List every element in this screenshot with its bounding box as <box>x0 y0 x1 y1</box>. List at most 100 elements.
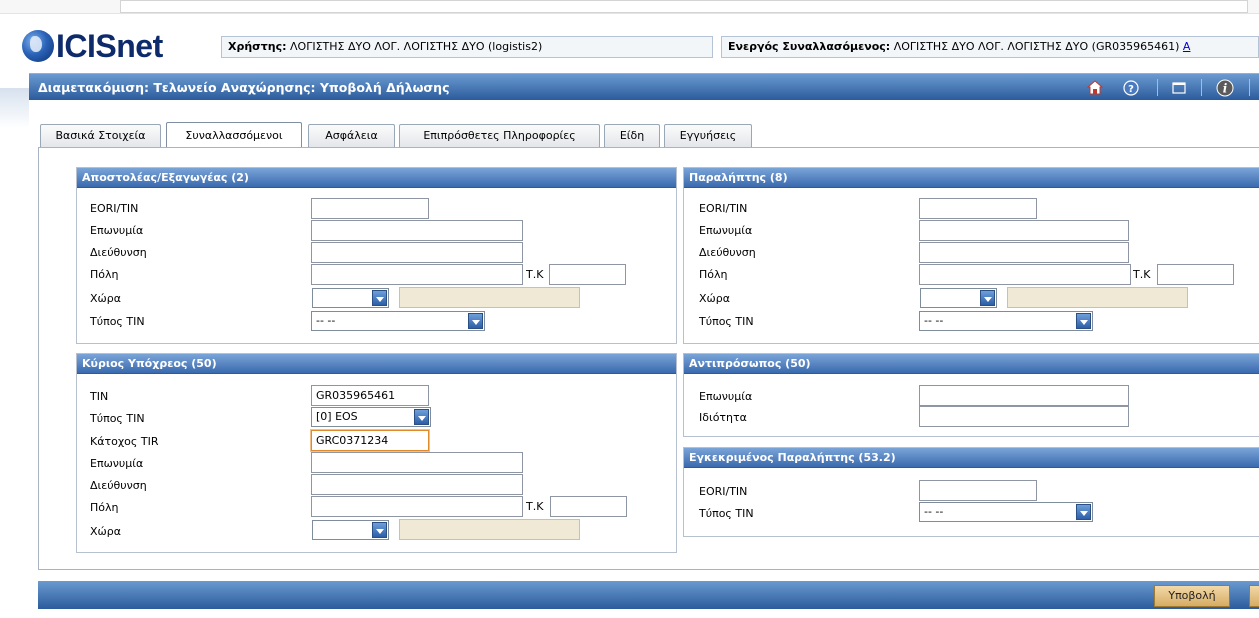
home-icon[interactable] <box>1085 78 1105 97</box>
app-logo-text: ICISnet <box>56 27 163 64</box>
principal-postcode-label: Τ.Κ <box>526 500 544 513</box>
authorised-consignee-eori-label: EORI/TIN <box>699 485 748 498</box>
consignee-country-label: Χώρα <box>699 292 730 305</box>
toolbar-separator <box>1201 79 1202 96</box>
representative-capacity-label: Ιδιότητα <box>699 411 747 424</box>
consignee-postcode-label: Τ.Κ <box>1133 268 1151 281</box>
principal-address-input[interactable] <box>311 474 523 495</box>
consignor-postcode-input[interactable] <box>549 264 626 285</box>
window-icon[interactable] <box>1169 78 1189 97</box>
authorised-consignee-title: Εγκεκριμένος Παραλήπτης (53.2) <box>684 448 1259 468</box>
consignee-eori-label: EORI/TIN <box>699 202 748 215</box>
principal-tin-type-label: Τύπος TIN <box>90 412 145 425</box>
consignee-city-input[interactable] <box>919 264 1131 285</box>
principal-title: Κύριος Υπόχρεος (50) <box>77 354 676 374</box>
consignor-name-label: Επωνυμία <box>90 224 144 237</box>
chevron-down-icon <box>372 522 387 538</box>
trader-label: Ενεργός Συναλλασόμενος: <box>728 40 891 53</box>
principal-address-label: Διεύθυνση <box>90 479 147 492</box>
consignor-city-input[interactable] <box>311 264 523 285</box>
tab-additional-info[interactable]: Επιπρόσθετες Πληροφορίες <box>399 124 600 147</box>
chevron-down-icon <box>1076 313 1091 329</box>
help-icon[interactable]: ? <box>1121 78 1141 97</box>
consignor-eori-input[interactable] <box>311 198 429 219</box>
consignor-address-input[interactable] <box>311 242 523 263</box>
consignor-country-desc <box>399 287 580 308</box>
principal-name-label: Επωνυμία <box>90 457 144 470</box>
principal-country-select[interactable] <box>312 520 389 540</box>
user-value: ΛΟΓΙΣΤΗΣ ΔΥΟ ΛΟΓ. ΛΟΓΙΣΤΗΣ ΔΥΟ (logistis… <box>290 40 543 53</box>
representative-name-label: Επωνυμία <box>699 390 753 403</box>
top-strip-field <box>120 0 1248 13</box>
user-info: Χρήστης: ΛΟΓΙΣΤΗΣ ΔΥΟ ΛΟΓ. ΛΟΓΙΣΤΗΣ ΔΥΟ … <box>221 36 713 58</box>
submit-button[interactable]: Υποβολή <box>1154 585 1230 607</box>
chevron-down-icon <box>414 409 429 425</box>
consignor-address-label: Διεύθυνση <box>90 246 147 259</box>
consignor-country-label: Χώρα <box>90 292 121 305</box>
consignor-country-select[interactable] <box>312 288 389 308</box>
consignor-tin-type-label: Τύπος TIN <box>90 315 145 328</box>
info-icon[interactable]: i <box>1215 78 1235 97</box>
principal-tir-label: Κάτοχος TIR <box>90 435 159 448</box>
user-label: Χρήστης: <box>228 40 287 53</box>
consignee-title: Παραλήπτης (8) <box>684 168 1259 188</box>
consignee-tin-type-select[interactable]: -- -- <box>919 311 1093 331</box>
tab-traders[interactable]: Συναλλασσόμενοι <box>166 122 302 147</box>
consignee-eori-input[interactable] <box>919 198 1037 219</box>
principal-city-input[interactable] <box>311 496 523 517</box>
trader-link[interactable]: A <box>1183 40 1191 53</box>
principal-name-input[interactable] <box>311 452 523 473</box>
left-band <box>0 88 29 128</box>
chevron-down-icon <box>468 313 483 329</box>
consignor-name-input[interactable] <box>311 220 523 241</box>
representative-capacity-input[interactable] <box>919 406 1129 427</box>
consignor-title: Αποστολέας/Εξαγωγέας (2) <box>77 168 676 188</box>
authorised-consignee-tin-type-select[interactable]: -- -- <box>919 502 1093 522</box>
trader-info: Ενεργός Συναλλασόμενος: ΛΟΓΙΣΤΗΣ ΔΥΟ ΛΟΓ… <box>721 36 1259 58</box>
consignee-address-input[interactable] <box>919 242 1129 263</box>
toolbar-separator <box>1157 79 1158 96</box>
representative-title: Αντιπρόσωπος (50) <box>684 354 1259 374</box>
consignee-country-desc <box>1007 287 1188 308</box>
svg-text:?: ? <box>1128 84 1134 95</box>
consignee-address-label: Διεύθυνση <box>699 246 756 259</box>
consignee-tin-type-label: Τύπος TIN <box>699 315 754 328</box>
page-titlebar: Διαμετακόμιση: Τελωνείο Αναχώρησης: Υποβ… <box>29 73 1259 100</box>
consignee-city-label: Πόλη <box>699 268 728 281</box>
top-strip <box>0 0 1259 14</box>
principal-tir-input[interactable] <box>311 430 429 451</box>
trader-value: ΛΟΓΙΣΤΗΣ ΔΥΟ ΛΟΓ. ΛΟΓΙΣΤΗΣ ΔΥΟ (GR035965… <box>893 40 1180 53</box>
consignor-eori-label: EORI/TIN <box>90 202 139 215</box>
bottom-bar <box>38 581 1259 609</box>
principal-tin-label: TIN <box>90 390 109 403</box>
consignee-postcode-input[interactable] <box>1157 264 1234 285</box>
chevron-down-icon <box>372 290 387 306</box>
authorised-consignee-tin-type-label: Τύπος TIN <box>699 507 754 520</box>
principal-tin-input[interactable] <box>311 385 429 406</box>
chevron-down-icon <box>980 290 995 306</box>
globe-icon <box>22 30 54 62</box>
chevron-down-icon <box>1076 504 1091 520</box>
principal-city-label: Πόλη <box>90 501 119 514</box>
tab-items[interactable]: Είδη <box>604 124 660 147</box>
principal-postcode-input[interactable] <box>550 496 627 517</box>
consignee-country-select[interactable] <box>920 288 997 308</box>
tab-basic-info[interactable]: Βασικά Στοιχεία <box>40 124 161 147</box>
consignor-postcode-label: Τ.Κ <box>526 268 544 281</box>
page-title: Διαμετακόμιση: Τελωνείο Αναχώρησης: Υποβ… <box>38 80 450 95</box>
consignee-name-label: Επωνυμία <box>699 224 753 237</box>
app-logo[interactable]: ICISnet <box>22 28 163 64</box>
tab-security[interactable]: Ασφάλεια <box>308 124 395 147</box>
principal-country-label: Χώρα <box>90 525 121 538</box>
representative-name-input[interactable] <box>919 385 1129 406</box>
consignor-tin-type-select[interactable]: -- -- <box>311 311 485 331</box>
toolbar-separator <box>1249 79 1250 96</box>
principal-country-desc <box>399 519 580 540</box>
authorised-consignee-eori-input[interactable] <box>919 480 1037 501</box>
consignee-name-input[interactable] <box>919 220 1129 241</box>
tab-guarantees[interactable]: Εγγυήσεις <box>664 124 752 147</box>
consignor-city-label: Πόλη <box>90 268 119 281</box>
secondary-button[interactable] <box>1249 585 1259 607</box>
principal-tin-type-select[interactable]: [0] EOS <box>311 407 431 427</box>
svg-text:i: i <box>1223 81 1228 95</box>
